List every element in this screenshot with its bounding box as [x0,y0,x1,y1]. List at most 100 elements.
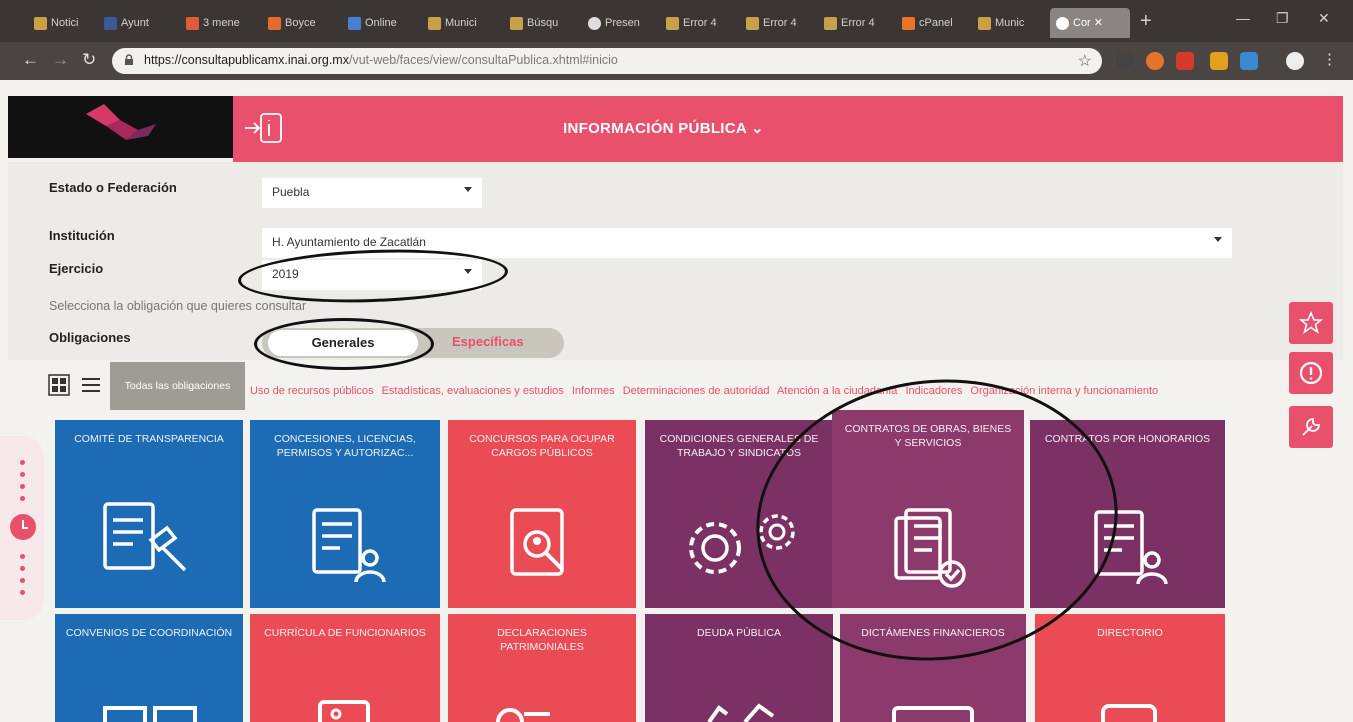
debt-chart-icon [707,703,775,722]
browser-tab-active[interactable]: Cor ✕ [1050,8,1130,38]
grid-list-icons[interactable] [48,374,104,396]
browser-tab[interactable]: 3 mene [180,8,252,38]
browser-tab[interactable]: Ayunt [98,8,168,38]
annotation-circle [254,318,434,370]
tile-concesiones[interactable]: Concesiones, licencias, permisos y autor… [250,420,440,608]
dot [20,590,25,595]
site-icon [1056,16,1069,30]
ejercicio-label: Ejercicio [49,261,104,276]
site-icon [186,16,199,30]
minimize-button[interactable]: — [1236,10,1250,26]
logo-mark [86,104,156,140]
caret-down-icon [1214,237,1222,242]
financial-report-icon [892,706,974,722]
profile-icon[interactable] [1286,52,1304,70]
alert-icon [1299,361,1323,385]
caret-down-icon [464,187,472,192]
tile-directorio[interactable]: Directorio [1035,614,1225,722]
favorites-button[interactable] [1289,302,1333,344]
browser-tab[interactable]: Online [342,8,412,38]
tile-curricula[interactable]: Currícula de funcionarios [250,614,440,722]
close-tab-icon[interactable]: ✕ [1094,17,1103,29]
estado-label: Estado o Federación [49,180,177,195]
filter-links: Uso de recursos públicos Estadísticas, e… [250,385,1290,397]
site-icon [268,16,281,30]
inai-logo[interactable] [8,96,233,158]
filter-link[interactable]: Estadísticas, evaluaciones y estudios [382,385,564,397]
institucion-label: Institución [49,228,115,243]
header-bar: INFORMACIÓN PÚBLICA ⌄ [233,96,1343,162]
tile-concursos[interactable]: Concursos para ocupar cargos públicos [448,420,636,608]
browser-tab[interactable]: Error 4 [740,8,812,38]
browser-toolbar: ← → ↻ https://consultapublicamx.inai.org… [0,42,1353,80]
browser-tab-bar: Notici Ayunt 3 mene Boyce Online Munici … [0,0,1353,42]
chevron-down-icon: ⌄ [750,120,764,137]
menu-icon[interactable]: ⋮ [1322,50,1337,68]
filter-link[interactable]: Determinaciones de autoridad [623,385,770,397]
dot [20,554,25,559]
back-icon[interactable]: ← [22,50,39,70]
reload-icon[interactable]: ↻ [82,50,96,70]
maximize-button[interactable]: ❐ [1276,10,1289,27]
filter-link[interactable]: Uso de recursos públicos [250,385,374,397]
tile-label: Concursos para ocupar cargos públicos [469,433,615,459]
new-tab-button[interactable]: + [1140,10,1152,33]
tile-label: Concesiones, licencias, permisos y autor… [274,433,416,459]
browser-tab[interactable]: Error 4 [660,8,732,38]
bookmark-star-icon[interactable]: ☆ [1078,51,1092,71]
tile-label: Deuda pública [696,627,782,639]
site-icon [746,16,759,30]
star-icon [1299,311,1323,334]
permit-document-icon [312,508,386,583]
dot [20,472,25,477]
login-icon[interactable] [243,110,283,146]
tile-label: Convenios de coordinación [65,627,233,639]
browser-tab[interactable]: Notici [28,8,88,38]
tile-comite-transparencia[interactable]: Comité de transparencia [55,420,243,608]
tile-label: Comité de transparencia [74,433,224,445]
site-icon [510,16,523,30]
extension-icon[interactable] [1116,52,1134,70]
dot [20,496,25,501]
tab-especificas[interactable]: Específicas [452,334,524,349]
declaration-icon [496,708,550,722]
extension-icon[interactable] [1176,52,1194,70]
extension-icon[interactable] [1240,52,1258,70]
gavel-document-icon [103,502,187,572]
filter-all[interactable]: Todas las obligaciones [110,362,245,410]
filter-link[interactable]: Informes [572,385,615,397]
search-person-document-icon [510,508,564,576]
site-icon [978,16,991,30]
extension-icon[interactable] [1210,52,1228,70]
forward-icon[interactable]: → [52,50,69,70]
search-form [8,162,1343,360]
browser-tab[interactable]: Boyce [262,8,332,38]
page-title-menu[interactable]: INFORMACIÓN PÚBLICA ⌄ [563,119,764,137]
dot [20,484,25,489]
browser-tab[interactable]: Munici [422,8,496,38]
url-text: https://consultapublicamx.inai.org.mx/vu… [144,53,618,67]
tile-label: Currícula de funcionarios [264,627,426,639]
tile-declaraciones[interactable]: Declaraciones patrimoniales [448,614,636,722]
browser-tab[interactable]: Presen [582,8,652,38]
facebook-icon [104,16,117,30]
tile-deuda-publica[interactable]: Deuda pública [645,614,833,722]
tile-label: Declaraciones patrimoniales [497,627,587,653]
tile-label: Directorio [1097,627,1163,639]
browser-tab[interactable]: Munic [972,8,1042,38]
estado-select[interactable]: Puebla [262,178,482,208]
handshake-document-icon [103,706,197,722]
tools-button[interactable] [1289,406,1333,448]
close-window-button[interactable]: ✕ [1318,10,1330,27]
browser-tab[interactable]: Búsqu [504,8,574,38]
dot [20,578,25,583]
extension-icon[interactable] [1146,52,1164,70]
site-icon [666,16,679,30]
browser-tab[interactable]: cPanel [896,8,966,38]
browser-tab[interactable]: Error 4 [818,8,888,38]
site-icon [428,16,441,30]
tile-convenios[interactable]: Convenios de coordinación [55,614,243,722]
address-bar[interactable]: https://consultapublicamx.inai.org.mx/vu… [112,48,1102,74]
alert-button[interactable] [1289,352,1333,394]
side-panel-handle[interactable] [0,436,44,620]
